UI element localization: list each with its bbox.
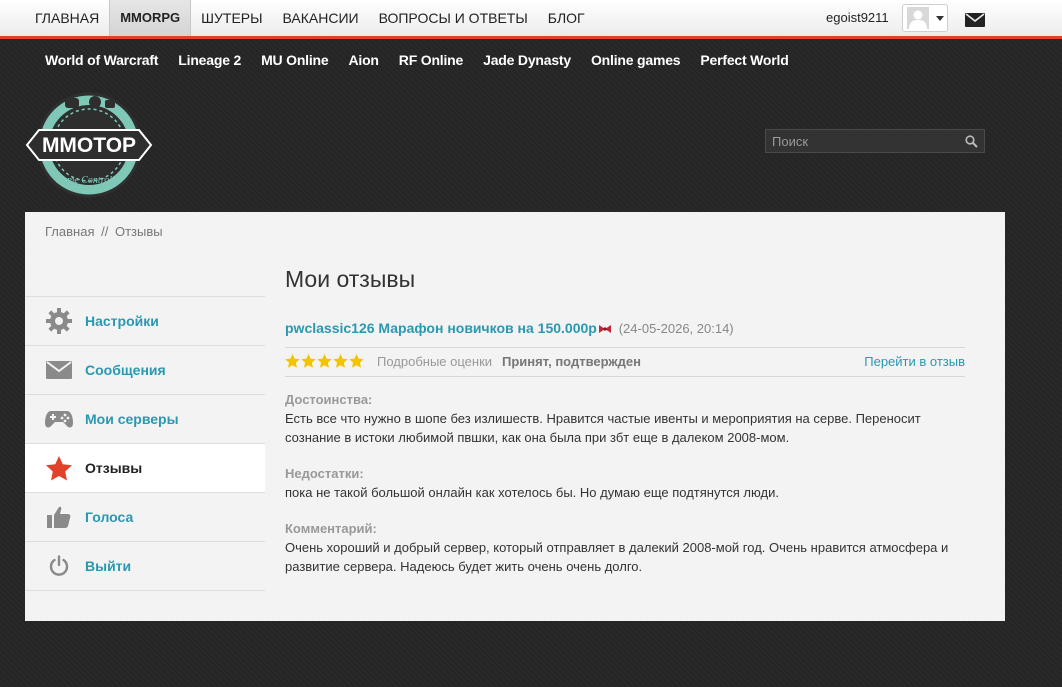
goto-review-link[interactable]: Перейти в отзыв	[864, 348, 965, 376]
user-menu-button[interactable]	[902, 4, 948, 32]
review-cons: Недостатки: пока не такой большой онлайн…	[285, 464, 965, 502]
nav-item-shooters[interactable]: ШУТЕРЫ	[191, 0, 272, 36]
search-input[interactable]	[766, 130, 956, 152]
breadcrumb: Главная // Отзывы	[45, 224, 163, 239]
sidebar-item-label: Отзывы	[85, 460, 143, 476]
sidebar-item-votes[interactable]: Голоса	[25, 493, 265, 542]
review-comment: Комментарий: Очень хороший и добрый серв…	[285, 519, 965, 576]
sidebar-item-label: Выйти	[85, 558, 132, 574]
breadcrumb-separator: //	[101, 224, 109, 239]
sidebar-item-label: Сообщения	[85, 362, 166, 378]
game-link-aion[interactable]: Aion	[338, 42, 388, 80]
review-date: (24-05-2026, 20:14)	[618, 321, 734, 336]
star-icon	[301, 354, 316, 369]
section-heading: Недостатки:	[285, 466, 364, 482]
review-header: pwclassic126 Марафон новичков на 150.000…	[285, 320, 965, 337]
review-status: Принят, подтвержден	[502, 354, 641, 370]
detailed-ratings-link[interactable]: Подробные оценки	[377, 348, 492, 376]
sidebar-item-my-servers[interactable]: Мои серверы	[25, 395, 265, 444]
nav-item-blog[interactable]: БЛОГ	[538, 0, 595, 36]
sidebar-item-reviews[interactable]: Отзывы	[25, 444, 265, 493]
section-text: Есть все что нужно в шопе без излишеств.…	[285, 411, 921, 446]
review-server-link[interactable]: pwclassic126 Марафон новичков на 150.000…	[285, 320, 597, 336]
game-link-jade-dynasty[interactable]: Jade Dynasty	[473, 42, 581, 80]
chevron-down-icon	[936, 16, 944, 21]
section-heading: Достоинства:	[285, 392, 373, 408]
sidebar-item-logout[interactable]: Выйти	[25, 542, 265, 591]
envelope-icon	[45, 358, 73, 382]
nav-item-faq[interactable]: ВОПРОСЫ И ОТВЕТЫ	[369, 0, 538, 36]
mmotop-logo-icon: MMOTOP Game Controller	[25, 92, 153, 198]
sidebar-item-settings[interactable]: Настройки	[25, 297, 265, 346]
content-panel: Главная // Отзывы Настройки Сообщения Мо…	[25, 212, 1005, 621]
svg-text:Game Controller: Game Controller	[55, 175, 123, 186]
sidebar-item-messages[interactable]: Сообщения	[25, 346, 265, 395]
star-icon	[45, 455, 73, 480]
sidebar-item-label: Мои серверы	[85, 411, 179, 427]
game-link-perfect-world[interactable]: Perfect World	[690, 42, 798, 80]
nav-item-vacancies[interactable]: ВАКАНСИИ	[273, 0, 369, 36]
site-logo[interactable]: MMOTOP Game Controller	[25, 90, 155, 202]
sidebar-item-label: Настройки	[85, 313, 159, 329]
rating-stars	[285, 354, 364, 369]
gear-icon	[45, 308, 73, 334]
gamepad-icon	[45, 407, 73, 431]
breadcrumb-current: Отзывы	[114, 224, 163, 239]
game-link-wow[interactable]: World of Warcraft	[35, 42, 168, 80]
star-icon	[349, 354, 364, 369]
page-title: Мои отзывы	[285, 266, 416, 292]
game-link-lineage2[interactable]: Lineage 2	[168, 42, 251, 80]
top-nav-menu: ГЛАВНАЯ MMORPG ШУТЕРЫ ВАКАНСИИ ВОПРОСЫ И…	[25, 0, 595, 36]
nav-item-mmorpg[interactable]: MMORPG	[109, 0, 192, 36]
user-silhouette-icon	[909, 10, 927, 29]
games-nav: World of Warcraft Lineage 2 MU Online Ai…	[35, 42, 799, 80]
section-text: пока не такой большой онлайн как хотелос…	[285, 485, 779, 501]
section-text: Очень хороший и добрый сервер, который о…	[285, 540, 949, 575]
review-rating-row: Подробные оценки Принят, подтвержден Пер…	[285, 347, 965, 378]
nav-item-home[interactable]: ГЛАВНАЯ	[25, 0, 109, 36]
account-sidebar: Настройки Сообщения Мои серверы Отзывы Г…	[25, 296, 265, 591]
game-link-online-games[interactable]: Online games	[581, 42, 690, 80]
sidebar-item-label: Голоса	[85, 509, 134, 525]
breadcrumb-home[interactable]: Главная	[45, 224, 94, 239]
main-content: Мои отзывы pwclassic126 Марафон новичков…	[285, 262, 965, 576]
mail-icon[interactable]	[965, 13, 985, 27]
avatar	[907, 7, 929, 29]
power-icon	[45, 554, 73, 578]
star-icon	[333, 354, 348, 369]
thumbs-up-icon	[45, 505, 73, 529]
search-box	[765, 129, 985, 153]
bow-icon	[598, 321, 612, 337]
star-icon	[285, 354, 300, 369]
game-link-rf-online[interactable]: RF Online	[389, 42, 473, 80]
top-navbar: ГЛАВНАЯ MMORPG ШУТЕРЫ ВАКАНСИИ ВОПРОСЫ И…	[0, 0, 1062, 39]
game-link-mu-online[interactable]: MU Online	[251, 42, 338, 80]
username-label[interactable]: egoist9211	[826, 0, 889, 36]
svg-text:MMOTOP: MMOTOP	[42, 134, 136, 157]
review-pros: Достоинства: Есть все что нужно в шопе б…	[285, 390, 965, 447]
search-icon[interactable]	[965, 135, 978, 148]
star-icon	[317, 354, 332, 369]
section-heading: Комментарий:	[285, 521, 377, 537]
